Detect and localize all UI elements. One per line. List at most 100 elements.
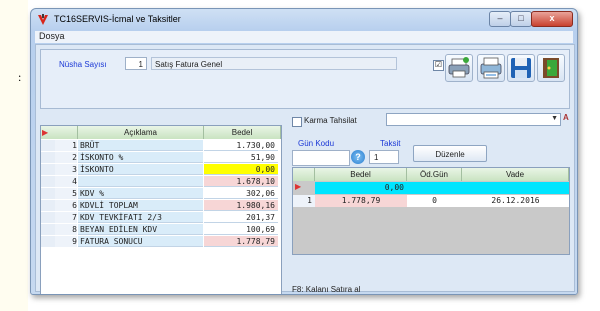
row-value[interactable]: 0,00 xyxy=(204,164,278,175)
sort-az-icon[interactable]: A xyxy=(563,113,573,126)
fatura-field[interactable]: Satış Fatura Genel xyxy=(151,57,397,70)
summary-odgun[interactable] xyxy=(407,182,462,194)
row-description[interactable]: İSKONTO % xyxy=(78,152,203,163)
top-panel: Nüsha Sayısı 1 Satış Fatura Genel ☑ xyxy=(40,49,570,109)
row-description[interactable]: İSKONTO xyxy=(78,164,203,175)
table-row[interactable]: 3 İSKONTO 0,00 xyxy=(41,164,281,175)
row-value[interactable]: 1.730,00 xyxy=(204,140,278,151)
row-value[interactable]: 100,69 xyxy=(204,224,278,235)
column-header-aciklama[interactable]: Açıklama xyxy=(78,126,204,139)
maximize-button[interactable]: □ xyxy=(510,11,532,27)
table-row[interactable]: 5 KDV % 302,06 xyxy=(41,188,281,199)
table-row[interactable]: 4 1.678,10 xyxy=(41,176,281,187)
print-button[interactable] xyxy=(445,54,473,82)
row-number: 1 xyxy=(55,140,77,151)
printer-icon xyxy=(448,57,470,78)
row-number: 7 xyxy=(55,212,77,223)
nusha-input[interactable]: 1 xyxy=(125,57,147,70)
row-description[interactable]: KDVLİ TOPLAM xyxy=(78,200,203,211)
karma-tahsilat-checkbox[interactable] xyxy=(292,117,302,127)
row-value[interactable]: 51,90 xyxy=(204,152,278,163)
row-indicator xyxy=(41,212,56,223)
save-icon xyxy=(511,58,531,78)
row-number: 1 xyxy=(293,195,315,207)
close-button[interactable]: x xyxy=(531,11,573,27)
save-button[interactable] xyxy=(507,54,535,82)
row-marker-icon: ▶ xyxy=(42,128,49,137)
table-row[interactable]: 1 BRÜT 1.730,00 xyxy=(41,140,281,151)
column-header-bedel[interactable]: Bedel xyxy=(204,126,281,139)
row-number: 6 xyxy=(55,200,77,211)
menu-bar: Dosya xyxy=(35,31,573,43)
row-indicator xyxy=(41,188,56,199)
nusha-label: Nüsha Sayısı xyxy=(59,60,107,69)
row-description[interactable]: KDV TEVKİFATI 2/3 xyxy=(78,212,203,223)
title-bar[interactable]: TC16SERVIS-İcmal ve Taksitler – □ x xyxy=(31,9,577,31)
row-indicator xyxy=(41,140,56,151)
column-header-vade[interactable]: Vade xyxy=(462,168,569,181)
help-icon[interactable]: ? xyxy=(351,150,365,164)
row-marker-icon: ▶ xyxy=(295,182,302,191)
gun-kodu-input[interactable] xyxy=(292,150,350,166)
taksit-label: Taksit xyxy=(380,139,401,148)
row-number: 2 xyxy=(55,152,77,163)
row-number: 4 xyxy=(55,176,77,187)
row-value[interactable]: 1.980,16 xyxy=(204,200,278,211)
print-preview-icon xyxy=(480,57,502,79)
exit-icon xyxy=(543,58,559,78)
tahsilat-dropdown[interactable]: ▼ xyxy=(386,113,561,126)
left-margin xyxy=(0,0,28,311)
table-row[interactable]: 9 FATURA SONUCU 1.778,79 xyxy=(41,236,281,247)
toolbar-checkbox[interactable]: ☑ xyxy=(433,60,444,71)
row-value[interactable]: 302,06 xyxy=(204,188,278,199)
column-header-bedel[interactable]: Bedel xyxy=(315,168,407,181)
row-number: 9 xyxy=(55,236,77,247)
row-odgun[interactable]: 0 xyxy=(407,195,462,207)
table-row[interactable]: 6 KDVLİ TOPLAM 1.980,16 xyxy=(41,200,281,211)
status-hint: F8: Kalanı Satıra al xyxy=(292,285,361,294)
grid-corner-header: ▶ xyxy=(41,126,78,139)
row-description[interactable]: BEYAN EDİLEN KDV xyxy=(78,224,203,235)
taksit-input[interactable]: 1 xyxy=(369,150,399,164)
row-number: 3 xyxy=(55,164,77,175)
app-icon xyxy=(38,14,48,25)
row-indicator xyxy=(41,200,56,211)
grid-corner-header xyxy=(293,168,315,181)
row-description[interactable]: KDV % xyxy=(78,188,203,199)
karma-tahsilat-label: Karma Tahsilat xyxy=(304,116,357,125)
row-indicator xyxy=(41,164,56,175)
row-value[interactable]: 201,37 xyxy=(204,212,278,223)
menu-file[interactable]: Dosya xyxy=(39,31,65,41)
row-description[interactable] xyxy=(78,176,203,187)
table-row[interactable]: 2 İSKONTO % 51,90 xyxy=(41,152,281,163)
summary-grid: ▶ Açıklama Bedel 1 BRÜT 1.730,00 2 İSKONTO % 51,… xyxy=(40,125,282,294)
row-indicator xyxy=(41,236,56,247)
row-description[interactable]: FATURA SONUCU xyxy=(78,236,203,247)
colon-mark: : xyxy=(18,70,22,84)
table-row[interactable]: 8 BEYAN EDİLEN KDV 100,69 xyxy=(41,224,281,235)
installments-grid: Bedel Öd.Gün Vade ▶ 0,00 1 1.778,79 0 26.12.2016 xyxy=(292,167,570,255)
row-indicator xyxy=(41,176,56,187)
row-indicator xyxy=(41,152,56,163)
row-description[interactable]: BRÜT xyxy=(78,140,203,151)
row-number: 8 xyxy=(55,224,77,235)
summary-vade[interactable] xyxy=(462,182,569,194)
row-bedel[interactable]: 1.778,79 xyxy=(315,195,407,207)
row-number: 5 xyxy=(55,188,77,199)
client-area: Nüsha Sayısı 1 Satış Fatura Genel ☑ ▶ Aç… xyxy=(35,44,575,294)
row-indicator xyxy=(41,224,56,235)
exit-button[interactable] xyxy=(537,54,565,82)
app-window: TC16SERVIS-İcmal ve Taksitler – □ x Dosy… xyxy=(30,8,578,295)
column-header-odgun[interactable]: Öd.Gün xyxy=(407,168,462,181)
minimize-button[interactable]: – xyxy=(489,11,511,27)
row-vade[interactable]: 26.12.2016 xyxy=(462,195,569,207)
window-title: TC16SERVIS-İcmal ve Taksitler xyxy=(54,14,181,24)
table-row[interactable]: 7 KDV TEVKİFATI 2/3 201,37 xyxy=(41,212,281,223)
row-value[interactable]: 1.778,79 xyxy=(204,236,278,247)
print-preview-button[interactable] xyxy=(477,54,505,82)
duzenle-button[interactable]: Düzenle xyxy=(413,145,487,162)
summary-bedel[interactable]: 0,00 xyxy=(315,182,407,194)
chevron-down-icon: ▼ xyxy=(551,115,558,122)
gun-kodu-label: Gün Kodu xyxy=(298,139,335,148)
row-value[interactable]: 1.678,10 xyxy=(204,176,278,187)
